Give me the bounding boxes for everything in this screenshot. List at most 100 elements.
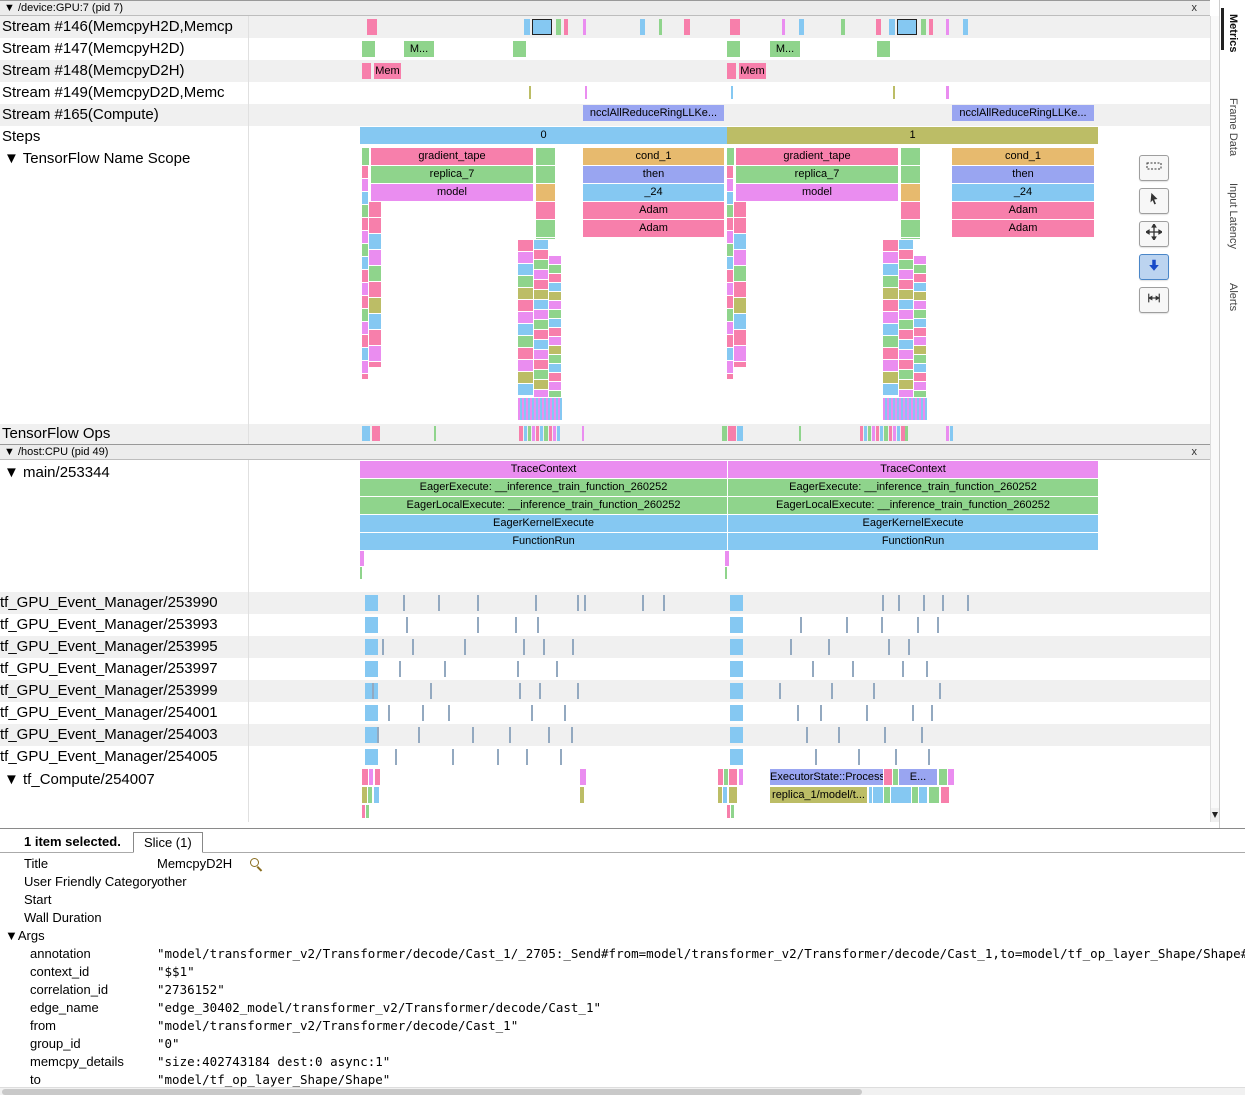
trace-slice[interactable] [518, 288, 533, 299]
trace-slice[interactable] [914, 364, 926, 372]
trace-slice[interactable] [914, 292, 926, 300]
trace-slice[interactable] [734, 266, 746, 281]
trace-slice[interactable] [727, 257, 733, 269]
trace-slice[interactable] [564, 19, 568, 35]
trace-slice[interactable] [534, 350, 548, 359]
trace-slice[interactable] [534, 360, 548, 369]
trace-slice[interactable] [549, 256, 561, 264]
trace-tick[interactable] [395, 749, 397, 765]
trace-slice[interactable] [518, 360, 533, 371]
trace-slice[interactable] [549, 364, 561, 372]
trace-slice[interactable] [734, 330, 746, 345]
trace-slice[interactable] [739, 769, 743, 785]
trace-tick[interactable] [477, 617, 479, 633]
trace-slice[interactable] [534, 380, 548, 389]
trace-slice[interactable] [730, 683, 743, 699]
trace-slice[interactable] [731, 805, 734, 818]
trace-slice[interactable]: Adam [952, 202, 1094, 219]
trace-slice[interactable]: cond_1 [952, 148, 1094, 165]
trace-slice[interactable] [901, 220, 920, 237]
trace-tick[interactable] [888, 639, 890, 655]
trace-tick[interactable] [881, 617, 883, 633]
trace-slice[interactable] [549, 391, 561, 397]
trace-tick[interactable] [531, 705, 533, 721]
trace-tick[interactable] [866, 705, 868, 721]
trace-slice[interactable] [946, 86, 949, 99]
trace-slice[interactable]: ncclAllReduceRingLLKe... [583, 105, 724, 121]
trace-tick[interactable] [663, 595, 665, 611]
trace-slice[interactable] [901, 166, 920, 183]
trace-slice[interactable] [734, 298, 746, 313]
trace-slice[interactable]: then [583, 166, 724, 183]
trace-slice[interactable] [367, 19, 377, 35]
trace-slice[interactable] [876, 426, 879, 441]
trace-slice[interactable] [659, 19, 662, 35]
trace-slice[interactable] [729, 787, 737, 803]
trace-slice[interactable] [727, 296, 733, 308]
trace-slice[interactable] [914, 301, 926, 309]
trace-slice[interactable] [876, 19, 881, 35]
trace-slice[interactable] [553, 426, 556, 441]
trace-tick[interactable] [543, 639, 545, 655]
trace-slice[interactable] [362, 205, 368, 217]
trace-slice[interactable] [369, 362, 381, 367]
trace-slice[interactable] [883, 300, 898, 311]
trace-slice[interactable] [921, 19, 926, 35]
trace-slice[interactable] [889, 19, 895, 35]
trace-slice[interactable] [362, 805, 365, 818]
trace-tick[interactable] [477, 595, 479, 611]
trace-slice[interactable] [557, 426, 560, 441]
trace-slice[interactable] [365, 639, 378, 655]
trace-slice[interactable] [536, 202, 555, 219]
trace-slice[interactable] [518, 264, 533, 275]
trace-tick[interactable] [444, 661, 446, 677]
trace-slice[interactable] [362, 179, 368, 191]
trace-slice[interactable] [727, 218, 733, 230]
trace-slice[interactable] [883, 276, 898, 287]
trace-slice[interactable] [884, 787, 890, 803]
trace-slice[interactable]: EagerKernelExecute [360, 515, 727, 532]
trace-slice[interactable] [365, 705, 378, 721]
trace-slice[interactable] [718, 787, 722, 803]
trace-tick[interactable] [898, 595, 900, 611]
trace-slice[interactable] [727, 283, 733, 295]
trace-slice[interactable] [534, 300, 548, 309]
magnifier-icon[interactable] [250, 858, 259, 867]
trace-canvas[interactable]: M...M...MemMemncclAllReduceRingLLKe...nc… [0, 0, 1219, 828]
trace-slice[interactable] [889, 426, 892, 441]
trace-slice[interactable]: _24 [583, 184, 724, 201]
trace-slice[interactable] [360, 567, 362, 579]
trace-slice[interactable] [914, 274, 926, 282]
trace-slice[interactable]: replica_7 [371, 166, 533, 183]
trace-tick[interactable] [535, 595, 537, 611]
trace-slice[interactable] [883, 312, 898, 323]
trace-slice[interactable] [534, 370, 548, 379]
trace-slice[interactable] [532, 426, 535, 441]
trace-slice[interactable] [730, 595, 743, 611]
trace-slice[interactable] [362, 426, 370, 441]
trace-slice[interactable] [365, 595, 378, 611]
trace-slice[interactable] [877, 41, 890, 57]
trace-slice[interactable] [549, 319, 561, 327]
trace-slice[interactable]: EagerLocalExecute: __inference_train_fun… [360, 497, 727, 514]
trace-tick[interactable] [812, 661, 814, 677]
trace-slice[interactable] [549, 301, 561, 309]
trace-slice[interactable] [724, 769, 728, 785]
trace-slice[interactable] [549, 328, 561, 336]
trace-slice[interactable] [362, 192, 368, 204]
trace-tick[interactable] [815, 749, 817, 765]
trace-slice[interactable] [723, 787, 727, 803]
trace-tick[interactable] [577, 683, 579, 699]
trace-slice[interactable] [734, 202, 746, 217]
trace-slice[interactable] [899, 280, 913, 289]
trace-slice[interactable] [730, 749, 743, 765]
trace-slice[interactable] [518, 336, 533, 347]
trace-tick[interactable] [438, 595, 440, 611]
trace-slice[interactable] [734, 282, 746, 297]
trace-slice[interactable] [899, 260, 913, 269]
trace-slice[interactable] [518, 324, 533, 335]
trace-tick[interactable] [452, 749, 454, 765]
pan-tool-button[interactable] [1139, 221, 1169, 247]
trace-slice[interactable] [730, 19, 740, 35]
trace-slice[interactable] [929, 787, 939, 803]
